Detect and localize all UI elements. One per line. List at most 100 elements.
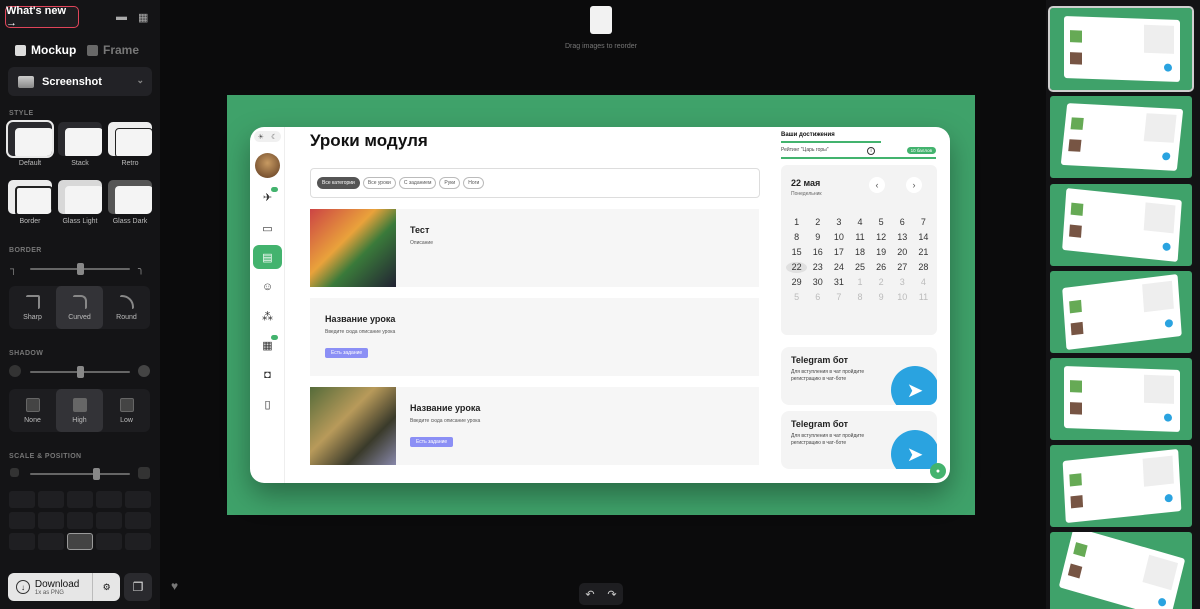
style-glass-dark[interactable]: Glass Dark [108,180,152,225]
telegram-card: Telegram бот Для вступления в чат пройди… [781,411,937,469]
nav-user-icon: ☺ [261,281,274,293]
calendar-day: 30 [812,277,823,287]
calendar-day: 4 [857,217,863,227]
copy-button[interactable]: ❐ [124,573,152,601]
border-slider-handle[interactable] [77,263,84,275]
border-curved[interactable]: Curved [56,286,103,329]
thumbnail-preview [1064,365,1180,433]
style-default[interactable]: Default [6,120,54,167]
filter-bar: Все категории Все уроки С заданием Руки … [310,168,760,198]
calendar-day: 4 [920,277,926,287]
shadow-high[interactable]: High [56,389,103,432]
thumbnail-preview [1062,448,1182,524]
image-thumbnail[interactable] [1050,96,1192,178]
shadow-min-icon [9,365,21,377]
style-options-row2: Border Glass Light Glass Dark [8,180,152,225]
telegram-icon: ➤ [891,366,937,405]
image-thumbnail[interactable] [1048,6,1194,92]
style-options: Default Stack Retro [6,120,152,167]
calendar-day: 5 [878,217,884,227]
scale-min-icon [10,468,19,477]
position-cell[interactable] [125,533,151,550]
nav-tasks-icon: ▦ [253,333,282,357]
heart-icon[interactable]: ♥ [171,579,178,593]
style-glass-light[interactable]: Glass Light [58,180,102,225]
position-cell[interactable] [9,512,35,529]
border-sharp[interactable]: Sharp [9,286,56,329]
chevron-left-icon: ‹ [869,177,885,193]
position-cell[interactable] [67,533,93,550]
lesson-card: Название урока Введите сюда описание уро… [310,298,759,376]
calendar-weekday: Понедельник [791,191,822,197]
task-badge: Есть задание [325,348,369,358]
image-thumbnail[interactable] [1050,358,1192,440]
avatar [255,153,280,178]
chat-icon[interactable]: ▬ [116,11,128,23]
redo-icon[interactable]: ↷ [607,588,616,601]
image-thumbnail[interactable] [1050,271,1192,353]
border-slider[interactable] [30,263,130,275]
rating-row: Рейтинг "Царь горы" i 10 баллов [781,147,936,159]
whats-new-button[interactable]: What's new → [5,5,79,29]
tab-mockup[interactable]: Mockup [8,40,80,60]
shadow-low[interactable]: Low [103,389,150,432]
scale-slider-handle[interactable] [93,468,100,480]
calendar-day: 22 [786,262,808,273]
position-cell[interactable] [96,491,122,508]
image-thumbnail[interactable] [590,6,612,34]
shadow-slider[interactable] [30,366,130,378]
calendar-day: 26 [876,262,887,272]
tab-frame[interactable]: Frame [80,40,152,60]
image-thumbnail[interactable] [1050,184,1192,266]
calendar-day: 17 [833,247,844,257]
style-border[interactable]: Border [8,180,52,225]
position-cell[interactable] [96,533,122,550]
mockup-canvas[interactable]: ☀ ☾ ✈ ▭ ▤ ☺ ⁂ ▦ ◘ ▯ Уроки модуля Все кате… [227,95,975,515]
lesson-image [310,209,396,287]
scale-max-icon [138,467,150,479]
position-cell[interactable] [67,491,93,508]
mockup-screenshot: ☀ ☾ ✈ ▭ ▤ ☺ ⁂ ▦ ◘ ▯ Уроки модуля Все кате… [250,127,950,483]
calendar-day: 3 [836,217,842,227]
position-cell[interactable] [67,512,93,529]
thumbnail-preview [1062,188,1182,262]
position-cell[interactable] [9,533,35,550]
points-badge: 10 баллов [906,147,936,154]
calendar-day: 1 [857,277,863,287]
calendar-date: 22 мая [791,178,821,188]
position-cell[interactable] [9,491,35,508]
calendar-day: 3 [899,277,905,287]
grid-icon[interactable]: ▦ [138,11,150,24]
style-retro[interactable]: Retro [108,122,152,167]
calendar-day: 25 [854,262,865,272]
calendar-day: 18 [854,247,865,257]
position-cell[interactable] [38,533,64,550]
image-thumbnail[interactable] [1050,445,1192,527]
nav-rocket-icon: ✈ [253,185,282,209]
position-cell[interactable] [125,491,151,508]
position-cell[interactable] [125,512,151,529]
theme-toggle: ☀ ☾ [254,131,281,142]
download-button[interactable]: ↓ Download 1x as PNG ⚙ [8,573,120,601]
calendar-day: 28 [918,262,929,272]
position-cell[interactable] [96,512,122,529]
lesson-card: Тест Описание [310,209,759,287]
shadow-slider-handle[interactable] [77,366,84,378]
image-thumbnail[interactable] [1050,532,1192,609]
position-cell[interactable] [38,491,64,508]
device-select[interactable]: Screenshot ⌄ [8,67,152,96]
undo-icon[interactable]: ↶ [585,588,594,601]
export-settings-icon[interactable]: ⚙ [92,573,120,601]
border-round[interactable]: Round [103,286,150,329]
chat-bubble-icon: ● [930,463,946,479]
page-title: Уроки модуля [310,131,428,150]
position-cell[interactable] [38,512,64,529]
shadow-none[interactable]: None [9,389,56,432]
scale-slider[interactable] [30,468,130,480]
style-stack[interactable]: Stack [58,122,102,167]
mode-tabs: Mockup Frame [8,40,152,60]
mock-sidebar: ☀ ☾ ✈ ▭ ▤ ☺ ⁂ ▦ ◘ ▯ [250,127,285,483]
history-controls: ↶ ↷ [579,583,623,605]
calendar-day: 2 [815,217,821,227]
calendar-day: 6 [815,292,821,302]
